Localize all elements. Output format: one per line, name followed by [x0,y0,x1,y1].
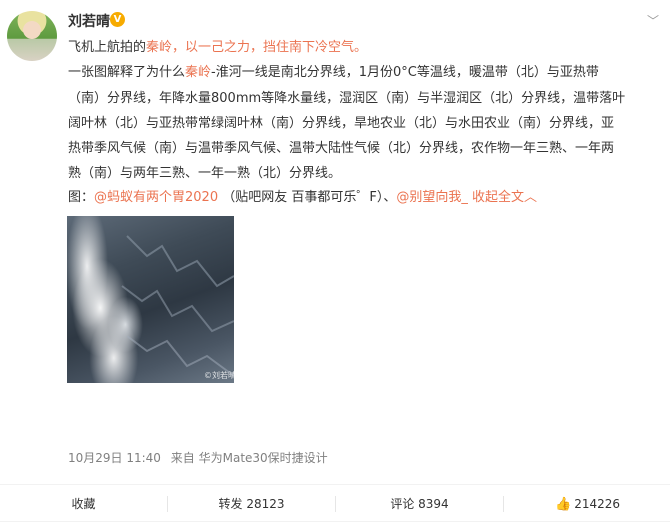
mention-link-2[interactable]: @别望向我_ [396,190,468,205]
username[interactable]: 刘若晴 [68,11,110,31]
mountain-ridges [121,235,234,377]
mention-link-1[interactable]: @蚂蚁有两个胃2020 [94,190,218,205]
post-text-line-4: 阔叶林（北）与亚热带常绿阔叶林（南）分界线，旱地农业（北）与水田农业（南）分界线… [68,116,615,131]
from-label: 来自 [170,451,195,465]
chevron-down-icon[interactable]: ﹀ [646,14,660,28]
like-button[interactable]: 👍 214226 [504,485,670,523]
topic-link-qinling[interactable]: 秦岭 [146,40,172,55]
thumbs-up-icon: 👍 [555,497,572,512]
post-text-line-6: 熟（南）与两年三熟、一年一熟（北）分界线。 [68,166,342,181]
weibo-post: 刘若晴 V ﹀ 飞机上航拍的秦岭，以一己之力，挡住南下冷空气。 一张图解释了为什… [0,0,670,529]
chevron-up-icon: ︿ [524,190,538,205]
vip-badge-icon: V [110,12,125,27]
device-name[interactable]: 华为Mate30保时捷设计 [199,451,328,465]
post-text-line-5: 热带季风气候（南）与温带季风气候、温带大陆性气候（北）分界线，农作物一年三熟、一… [68,141,615,156]
like-count: 214226 [574,497,620,511]
post-meta: 10月29日 11:40 来自 华为Mate30保时捷设计 [68,449,328,466]
post-text-line-2: 一张图解释了为什么秦岭-淮河一线是南北分界线，1月份0°C等温线，暖温带（北）与… [68,64,599,82]
collapse-label: 收起全文 [472,190,525,205]
comment-button[interactable]: 评论 8394 [336,485,503,523]
text-segment: -淮河一线是南北分界线，1月份0°C等温线，暖温带（北）与亚热带 [211,65,599,80]
post-photo[interactable]: ©刘若晴 [67,216,234,383]
action-bar: 收藏 转发 28123 评论 8394 👍 214226 [0,484,670,522]
favorite-button[interactable]: 收藏 [0,485,167,523]
topic-link-qinling-2[interactable]: 秦岭 [185,65,211,80]
photo-credit: 图：@蚂蚁有两个胃2020 （贴吧网友 百事都可乐゜F）、@别望向我_ 收起全文… [68,189,537,207]
collapse-button[interactable]: 收起全文︿ [472,190,537,205]
post-text-line-1: 飞机上航拍的秦岭，以一己之力，挡住南下冷空气。 [68,39,367,57]
post-time[interactable]: 10月29日 11:40 [68,451,161,465]
post-text-line-3: （南）分界线，年降水量800mm等降水量线，湿润区（南）与半湿润区（北）分界线，… [68,91,626,106]
text-segment-highlight: ，以一己之力，挡住南下冷空气。 [172,40,368,55]
repost-button[interactable]: 转发 28123 [168,485,335,523]
credit-prefix: 图： [68,190,95,205]
text-segment: 一张图解释了为什么 [68,65,186,80]
photo-watermark: ©刘若晴 [204,371,234,380]
credit-middle: （贴吧网友 百事都可乐゜F）、 [218,190,397,205]
text-segment: 飞机上航拍的 [68,40,147,55]
avatar[interactable] [7,11,57,61]
